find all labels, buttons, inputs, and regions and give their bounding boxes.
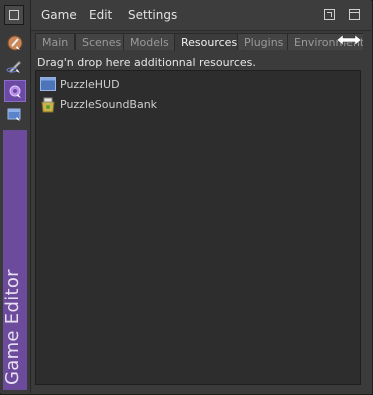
pen-tool-icon[interactable]	[4, 56, 26, 78]
tab-models[interactable]: Models	[123, 33, 176, 50]
tab-bar: Main Scenes Models Resources Plugins Env…	[35, 33, 363, 51]
tab-scenes[interactable]: Scenes	[75, 33, 129, 50]
sidebar-title: Game Editor	[2, 269, 23, 385]
drop-hint: Drag'n drop here additionnal resources.	[37, 56, 256, 69]
resources-list[interactable]: PuzzleHUD PuzzleSoundBank	[35, 70, 361, 385]
hud-window-icon	[40, 77, 56, 91]
hud-tool-icon[interactable]	[4, 104, 26, 126]
paint-brush-icon[interactable]	[4, 32, 26, 54]
resource-name: PuzzleHUD	[60, 78, 120, 91]
menu-game[interactable]: Game	[41, 8, 77, 22]
sound-bank-icon	[41, 97, 55, 113]
tab-resources[interactable]: Resources	[174, 33, 245, 51]
menu-bar: Game Edit Settings	[31, 0, 371, 31]
tab-main[interactable]: Main	[35, 33, 76, 50]
game-settings-icon[interactable]	[4, 80, 26, 102]
resource-name: PuzzleSoundBank	[60, 98, 158, 111]
tab-plugins[interactable]: Plugins	[237, 33, 291, 50]
editor-sidebar: Game Editor	[0, 0, 31, 393]
menu-settings[interactable]: Settings	[128, 8, 177, 22]
tab-scroll-arrows-icon[interactable]	[336, 33, 362, 47]
undock-icon[interactable]	[324, 9, 335, 20]
maximize-icon[interactable]	[349, 9, 360, 20]
menu-edit[interactable]: Edit	[89, 8, 112, 22]
panel-toggle-icon[interactable]	[4, 5, 24, 25]
